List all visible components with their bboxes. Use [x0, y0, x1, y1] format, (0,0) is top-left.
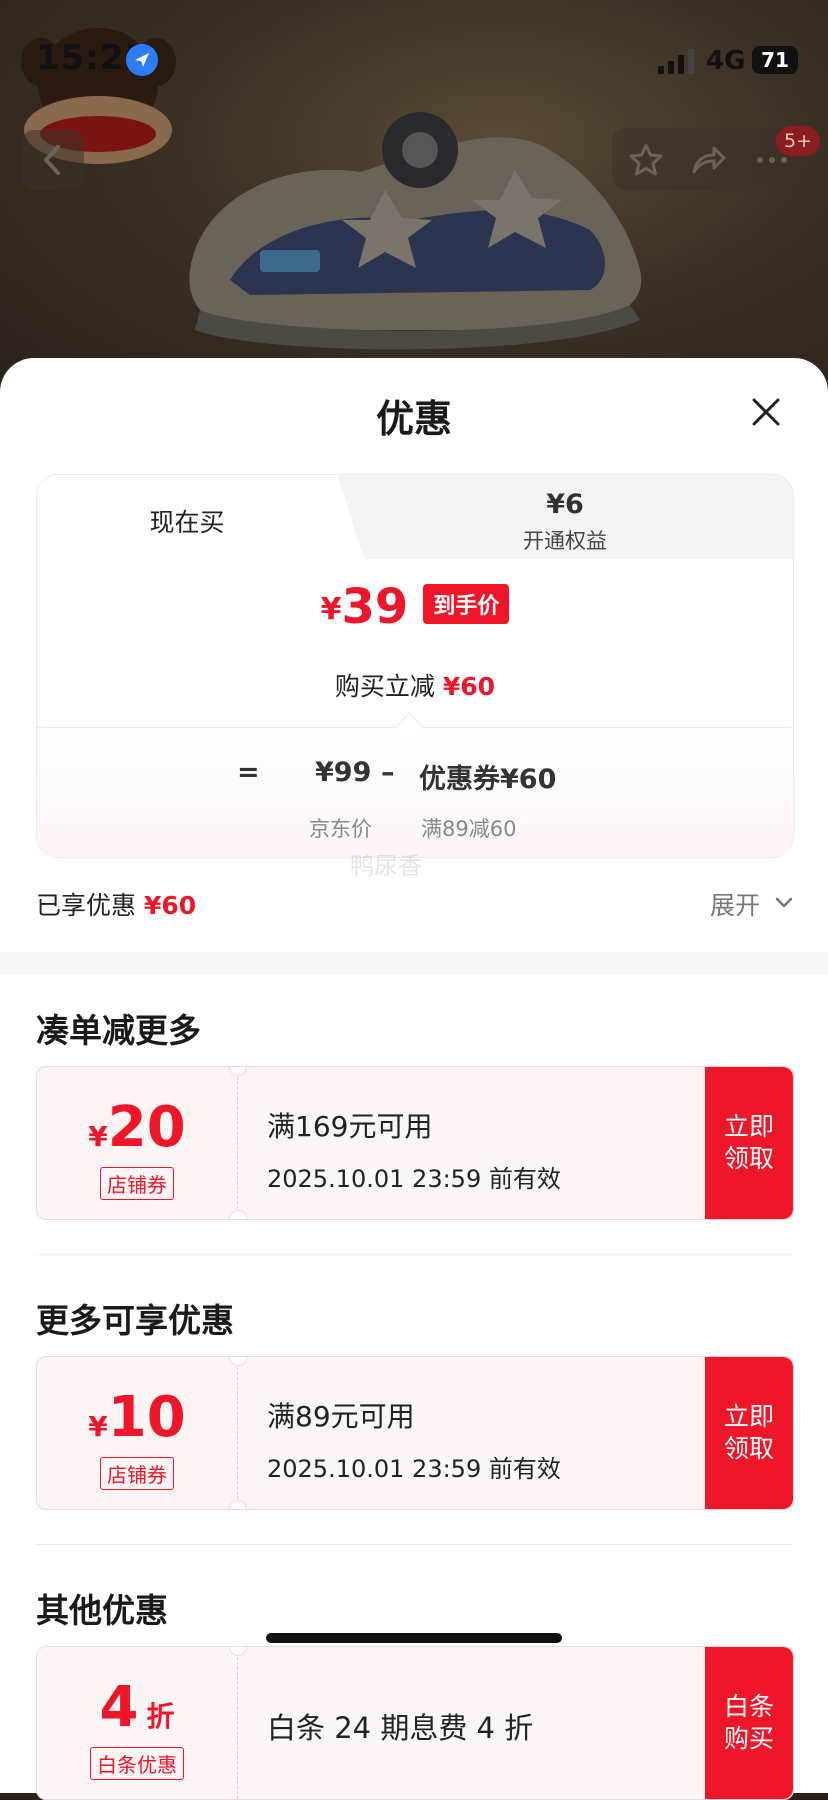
baitiao-buy-button[interactable]: 白条购买: [705, 1647, 793, 1799]
coupon-type-label: 白条优惠: [90, 1747, 184, 1780]
message-count-badge: 5+: [776, 126, 820, 156]
enjoyed-discount: 已享优惠 ¥60: [36, 886, 196, 922]
price-card: 现在买 ¥6 开通权益 ¥39 到手价 购买立减 ¥60 = ¥99 – 优惠券…: [36, 474, 794, 858]
coupon-perforation: [237, 1067, 238, 1219]
enjoyed-discount-label: 已享优惠: [36, 891, 137, 920]
watermark: 鸭尿香: [350, 852, 422, 880]
location-arrow-icon: [126, 44, 158, 76]
section-title-more: 更多可享优惠: [36, 1301, 234, 1340]
coupon-currency: ¥: [88, 1410, 108, 1443]
coupon-notch: [229, 1500, 247, 1509]
battery-indicator: 71: [752, 46, 798, 74]
enjoyed-discount-amount: ¥60: [143, 891, 197, 920]
status-bar: 15:25 4G 71: [0, 0, 828, 110]
final-price-currency: ¥: [320, 592, 342, 627]
coupon-card-baitiao: 4折 白条优惠 白条 24 期息费 4 折 白条购买: [36, 1646, 794, 1800]
close-icon[interactable]: [748, 394, 784, 430]
instant-reduction-label: 购买立减: [334, 672, 435, 701]
coupon-condition: 满89元可用: [267, 1400, 415, 1433]
claim-coupon-button[interactable]: 立即领取: [705, 1357, 793, 1509]
coupon-type-label: 店铺券: [100, 1457, 174, 1490]
coupon-value: 10: [107, 1385, 186, 1450]
instant-reduction: 购买立减 ¥60: [37, 667, 793, 703]
star-icon[interactable]: [628, 142, 664, 178]
claim-coupon-label: 立即领取: [723, 1402, 774, 1463]
claim-coupon-button[interactable]: 立即领取: [705, 1067, 793, 1219]
coupon-type: 店铺券: [37, 1457, 237, 1490]
coupon-card-bundle: ¥20 店铺券 满169元可用 2025.10.01 23:59 前有效 立即领…: [36, 1066, 794, 1220]
breakdown-equals: =: [237, 757, 260, 788]
final-price-tag: 到手价: [423, 584, 510, 624]
chevron-down-icon[interactable]: [774, 892, 794, 912]
coupon-amount: ¥20: [37, 1095, 237, 1160]
discount-sheet: 优惠 现在买 ¥6 开通权益 ¥39 到手价 购买立减 ¥60 = ¥99 – …: [0, 358, 828, 1800]
share-icon[interactable]: [690, 142, 726, 178]
coupon-value: 20: [107, 1095, 186, 1160]
coupon-condition: 满169元可用: [267, 1110, 433, 1143]
coupon-condition: 白条 24 期息费 4 折: [267, 1711, 534, 1745]
breakdown-coupon: 优惠券¥60: [419, 764, 557, 795]
claim-coupon-label: 立即领取: [723, 1112, 774, 1173]
coupon-perforation: [237, 1647, 238, 1799]
coupon-perforation: [237, 1357, 238, 1509]
home-indicator[interactable]: [266, 1633, 562, 1643]
tab-member-label: 开通权益: [523, 529, 607, 553]
section-title-other: 其他优惠: [36, 1591, 168, 1630]
final-price: ¥39 到手价: [37, 579, 793, 635]
tab-member-price: ¥6: [546, 489, 584, 520]
final-price-value: 39: [341, 579, 409, 635]
tab-buy-now-label: 现在买: [149, 508, 225, 537]
coupon-unit: 折: [146, 1700, 175, 1733]
section-divider: [36, 1254, 792, 1255]
section-gap: [0, 952, 828, 974]
coupon-amount: 4折: [37, 1675, 237, 1740]
section-title-bundle: 凑单减更多: [36, 1011, 201, 1050]
signal-icon: [658, 49, 694, 74]
instant-reduction-amount: ¥60: [442, 672, 496, 701]
coupon-notch: [229, 1210, 247, 1219]
coupon-card-more: ¥10 店铺券 满89元可用 2025.10.01 23:59 前有效 立即领取: [36, 1356, 794, 1510]
coupon-amount: ¥10: [37, 1385, 237, 1450]
breakdown-coupon-rule: 满89减60: [421, 817, 517, 841]
network-type: 4G: [706, 46, 746, 76]
breakdown-minus-sign: –: [381, 757, 395, 788]
breakdown-jd-label: 京东价: [309, 817, 372, 841]
coupon-type: 白条优惠: [37, 1747, 237, 1780]
breakdown-jd-price: ¥99: [315, 757, 372, 788]
coupon-validity: 2025.10.01 23:59 前有效: [267, 1455, 561, 1483]
section-divider: [36, 1544, 792, 1545]
sheet-title: 优惠: [375, 397, 452, 441]
coupon-currency: ¥: [88, 1120, 108, 1153]
back-button[interactable]: [22, 130, 84, 190]
coupon-value: 4: [99, 1675, 139, 1740]
product-shoe-image: [189, 112, 642, 350]
coupon-type: 店铺券: [37, 1167, 237, 1200]
coupon-type-label: 店铺券: [100, 1167, 174, 1200]
coupon-validity: 2025.10.01 23:59 前有效: [267, 1165, 561, 1193]
back-chevron-icon: [44, 145, 60, 175]
expand-button[interactable]: 展开: [710, 886, 760, 922]
baitiao-buy-label: 白条购买: [723, 1692, 774, 1753]
